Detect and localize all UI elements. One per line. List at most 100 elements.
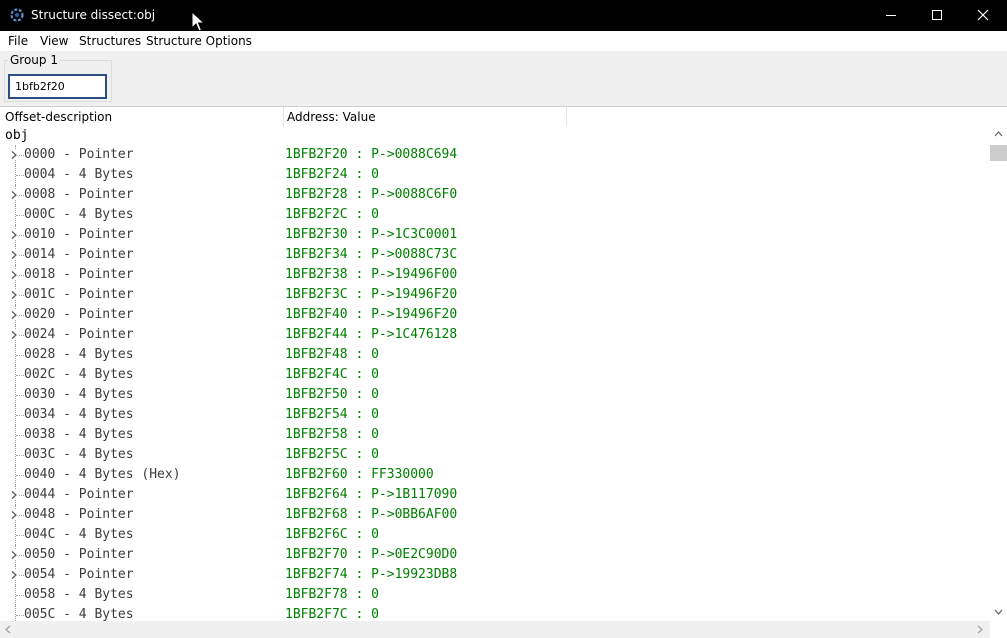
address-value: 1BFB2F5C : 0 bbox=[285, 447, 379, 462]
expand-chevron-icon[interactable] bbox=[9, 330, 19, 340]
tree-guide-line bbox=[16, 595, 24, 596]
offset-description: 0050 - Pointer bbox=[24, 547, 134, 562]
column-offset-description[interactable]: Offset-description bbox=[5, 110, 112, 124]
expand-chevron-icon[interactable] bbox=[9, 490, 19, 500]
address-value: 1BFB2F70 : P->0E2C90D0 bbox=[285, 547, 458, 562]
scroll-up-arrow-icon[interactable] bbox=[994, 130, 1003, 138]
address-value: 1BFB2F6C : 0 bbox=[285, 527, 379, 542]
expand-chevron-icon[interactable] bbox=[9, 150, 19, 160]
structure-row[interactable]: 0044 - Pointer 1BFB2F64 : P->1B117090 bbox=[0, 485, 990, 505]
structure-row[interactable]: 0034 - 4 Bytes 1BFB2F54 : 0 bbox=[0, 405, 990, 425]
offset-description: 0040 - 4 Bytes (Hex) bbox=[24, 467, 181, 482]
offset-description: 003C - 4 Bytes bbox=[24, 447, 134, 462]
offset-description: 0020 - Pointer bbox=[24, 307, 134, 322]
scroll-right-arrow-icon[interactable] bbox=[976, 625, 984, 634]
menu-view[interactable]: View bbox=[40, 33, 68, 49]
address-field[interactable]: 1bfb2f20 bbox=[8, 74, 107, 99]
tree-guide-line bbox=[16, 455, 24, 456]
address-value: 1BFB2F28 : P->0088C6F0 bbox=[285, 187, 458, 202]
structure-row[interactable]: 0054 - Pointer 1BFB2F74 : P->19923DB8 bbox=[0, 565, 990, 585]
address-value: 1BFB2F30 : P->1C3C0001 bbox=[285, 227, 458, 242]
structure-row[interactable]: 001C - Pointer 1BFB2F3C : P->19496F20 bbox=[0, 285, 990, 305]
menu-bar: File View Structures Structure Options bbox=[0, 31, 1007, 51]
offset-description: 0044 - Pointer bbox=[24, 487, 134, 502]
structure-row[interactable]: 0048 - Pointer 1BFB2F68 : P->0BB6AF00 bbox=[0, 505, 990, 525]
tree-guide-line bbox=[16, 175, 24, 176]
structure-row[interactable]: 0004 - 4 Bytes 1BFB2F24 : 0 bbox=[0, 165, 990, 185]
address-value: 1BFB2F38 : P->19496F00 bbox=[285, 267, 458, 282]
address-value: 1BFB2F24 : 0 bbox=[285, 167, 379, 182]
structure-row[interactable]: 0050 - Pointer 1BFB2F70 : P->0E2C90D0 bbox=[0, 545, 990, 565]
tree-guide-line bbox=[16, 615, 24, 616]
address-value: 1BFB2F34 : P->0088C73C bbox=[285, 247, 458, 262]
tree-guide-line bbox=[16, 375, 24, 376]
offset-description: 004C - 4 Bytes bbox=[24, 527, 134, 542]
structure-row[interactable]: 0040 - 4 Bytes (Hex) 1BFB2F60 : FF330000 bbox=[0, 465, 990, 485]
menu-structure-options[interactable]: Structure Options bbox=[146, 33, 252, 49]
expand-chevron-icon[interactable] bbox=[9, 550, 19, 560]
offset-description: 0018 - Pointer bbox=[24, 267, 134, 282]
expand-chevron-icon[interactable] bbox=[9, 230, 19, 240]
window-title: Structure dissect:obj bbox=[31, 8, 156, 22]
structure-row[interactable]: 0058 - 4 Bytes 1BFB2F78 : 0 bbox=[0, 585, 990, 605]
structure-row[interactable]: 0038 - 4 Bytes 1BFB2F58 : 0 bbox=[0, 425, 990, 445]
address-value: 1BFB2F20 : P->0088C694 bbox=[285, 147, 458, 162]
column-divider[interactable] bbox=[283, 107, 284, 127]
offset-description: 000C - 4 Bytes bbox=[24, 207, 134, 222]
structure-row[interactable]: 0014 - Pointer 1BFB2F34 : P->0088C73C bbox=[0, 245, 990, 265]
offset-description: 0004 - 4 Bytes bbox=[24, 167, 134, 182]
expand-chevron-icon[interactable] bbox=[9, 310, 19, 320]
offset-description: 0030 - 4 Bytes bbox=[24, 387, 134, 402]
structure-row[interactable]: 0024 - Pointer 1BFB2F44 : P->1C476128 bbox=[0, 325, 990, 345]
structure-row[interactable]: 0010 - Pointer 1BFB2F30 : P->1C3C0001 bbox=[0, 225, 990, 245]
offset-description: 002C - 4 Bytes bbox=[24, 367, 134, 382]
title-bar[interactable]: Structure dissect:obj bbox=[0, 0, 1007, 32]
structure-row[interactable]: 004C - 4 Bytes 1BFB2F6C : 0 bbox=[0, 525, 990, 545]
structure-row[interactable]: 0000 - Pointer 1BFB2F20 : P->0088C694 bbox=[0, 145, 990, 165]
expand-chevron-icon[interactable] bbox=[9, 270, 19, 280]
structure-row[interactable]: 0028 - 4 Bytes 1BFB2F48 : 0 bbox=[0, 345, 990, 365]
close-button[interactable] bbox=[960, 0, 1006, 31]
expand-chevron-icon[interactable] bbox=[9, 290, 19, 300]
scroll-down-arrow-icon[interactable] bbox=[994, 608, 1003, 616]
address-value: 1BFB2F64 : P->1B117090 bbox=[285, 487, 458, 502]
vertical-scrollbar[interactable] bbox=[990, 127, 1007, 623]
menu-file[interactable]: File bbox=[8, 33, 28, 49]
offset-description: 0038 - 4 Bytes bbox=[24, 427, 134, 442]
column-address-value[interactable]: Address: Value bbox=[287, 110, 376, 124]
structure-row[interactable]: 003C - 4 Bytes 1BFB2F5C : 0 bbox=[0, 445, 990, 465]
offset-description: 0034 - 4 Bytes bbox=[24, 407, 134, 422]
column-divider[interactable] bbox=[566, 107, 567, 127]
expand-chevron-icon[interactable] bbox=[9, 510, 19, 520]
horizontal-scrollbar[interactable] bbox=[0, 621, 990, 638]
cheat-engine-gear-icon bbox=[10, 8, 24, 22]
address-value: 1BFB2F3C : P->19496F20 bbox=[285, 287, 458, 302]
structure-row[interactable]: 0020 - Pointer 1BFB2F40 : P->19496F20 bbox=[0, 305, 990, 325]
structure-row[interactable]: 002C - 4 Bytes 1BFB2F4C : 0 bbox=[0, 365, 990, 385]
address-value: 1BFB2F4C : 0 bbox=[285, 367, 379, 382]
structure-row[interactable]: 0008 - Pointer 1BFB2F28 : P->0088C6F0 bbox=[0, 185, 990, 205]
address-value: 1BFB2F78 : 0 bbox=[285, 587, 379, 602]
minimize-button[interactable] bbox=[868, 0, 914, 31]
address-value: 1BFB2F54 : 0 bbox=[285, 407, 379, 422]
address-value: 1BFB2F68 : P->0BB6AF00 bbox=[285, 507, 458, 522]
structure-row[interactable]: 000C - 4 Bytes 1BFB2F2C : 0 bbox=[0, 205, 990, 225]
scroll-left-arrow-icon[interactable] bbox=[4, 625, 12, 634]
maximize-button[interactable] bbox=[914, 0, 960, 31]
menu-structures[interactable]: Structures bbox=[79, 33, 141, 49]
structure-row[interactable]: 0030 - 4 Bytes 1BFB2F50 : 0 bbox=[0, 385, 990, 405]
address-value: 1BFB2F74 : P->19923DB8 bbox=[285, 567, 458, 582]
mouse-cursor-icon bbox=[191, 11, 205, 32]
expand-chevron-icon[interactable] bbox=[9, 250, 19, 260]
structure-panel: Offset-description Address: Value obj 00… bbox=[0, 106, 1007, 638]
vertical-scroll-thumb[interactable] bbox=[990, 145, 1007, 161]
structure-root-label[interactable]: obj bbox=[5, 127, 28, 145]
close-icon bbox=[977, 9, 989, 21]
address-value: 1BFB2F48 : 0 bbox=[285, 347, 379, 362]
offset-description: 0054 - Pointer bbox=[24, 567, 134, 582]
expand-chevron-icon[interactable] bbox=[9, 570, 19, 580]
structure-row[interactable]: 0018 - Pointer 1BFB2F38 : P->19496F00 bbox=[0, 265, 990, 285]
address-value: 1BFB2F44 : P->1C476128 bbox=[285, 327, 458, 342]
address-value: 1BFB2F50 : 0 bbox=[285, 387, 379, 402]
expand-chevron-icon[interactable] bbox=[9, 190, 19, 200]
